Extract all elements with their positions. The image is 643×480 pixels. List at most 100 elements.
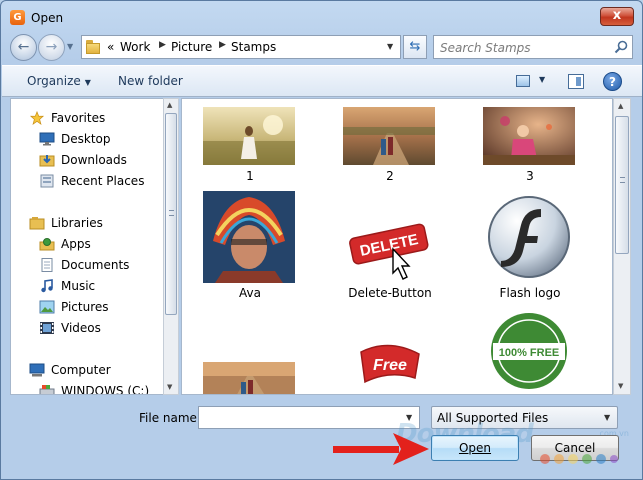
file-list-scrollbar[interactable]: ▲ ▼ — [613, 98, 631, 395]
hundred-free-stamp-text: 100% FREE — [499, 347, 560, 359]
folder-icon — [86, 40, 102, 54]
help-icon[interactable]: ? — [603, 72, 622, 91]
red-arrow-annotation — [333, 433, 429, 465]
libraries-icon — [29, 217, 45, 230]
nav-label: WINDOWS (C:) — [61, 384, 150, 395]
image-thumbnail: Free — [343, 332, 435, 394]
view-dropdown-icon[interactable]: ▼ — [539, 75, 545, 84]
nav-item-apps[interactable]: Apps — [11, 234, 166, 254]
scroll-up-icon[interactable]: ▲ — [618, 102, 623, 110]
file-name: Ava — [239, 286, 261, 300]
breadcrumb-overflow[interactable]: « — [107, 40, 114, 54]
search-input[interactable] — [440, 39, 606, 56]
nav-item-desktop[interactable]: Desktop — [11, 129, 166, 149]
nav-item-music[interactable]: Music — [11, 276, 166, 296]
image-thumbnail — [203, 191, 295, 283]
navigation-pane: Favorites Desktop Downloads Recent Place… — [10, 98, 178, 395]
organize-button[interactable]: Organize ▼ — [27, 74, 91, 88]
breadcrumb-stamps[interactable]: Stamps — [231, 40, 276, 54]
image-thumbnail — [203, 362, 295, 394]
file-name-combobox[interactable]: ▼ — [198, 406, 420, 429]
forward-button[interactable]: → — [38, 34, 65, 61]
search-icon[interactable] — [614, 40, 628, 54]
refresh-button[interactable]: ⇆ — [403, 35, 427, 59]
nav-label: Recent Places — [61, 174, 145, 188]
file-name: 1 — [246, 169, 254, 183]
image-thumbnail — [483, 191, 575, 283]
nav-label: Pictures — [61, 300, 109, 314]
file-item[interactable]: 100% FREE — [470, 307, 590, 394]
nav-item-pictures[interactable]: Pictures — [11, 297, 166, 317]
file-item[interactable]: Ava — [190, 189, 310, 304]
file-item[interactable]: Flash logo — [470, 189, 590, 304]
open-button[interactable]: Open — [431, 435, 519, 461]
nav-item-windows-drive[interactable]: WINDOWS (C:) — [11, 381, 166, 395]
recent-locations-dropdown[interactable]: ▼ — [67, 41, 77, 53]
image-thumbnail: 100% FREE — [483, 307, 575, 394]
star-icon — [29, 111, 45, 125]
nav-item-documents[interactable]: Documents — [11, 255, 166, 275]
address-dropdown-icon[interactable]: ▼ — [387, 42, 393, 51]
scroll-thumb[interactable] — [165, 113, 177, 315]
drive-icon — [39, 385, 55, 394]
nav-label: Apps — [61, 237, 91, 251]
scroll-down-icon[interactable]: ▼ — [167, 383, 172, 391]
organize-label: Organize — [27, 74, 81, 88]
nav-item-downloads[interactable]: Downloads — [11, 150, 166, 170]
breadcrumb-separator-icon[interactable]: ▶ — [219, 40, 226, 50]
scroll-up-icon[interactable]: ▲ — [167, 101, 172, 109]
file-name: 2 — [386, 169, 394, 183]
breadcrumb-picture[interactable]: Picture — [171, 40, 212, 54]
recent-places-icon — [40, 174, 54, 188]
documents-icon — [41, 258, 53, 272]
chevron-down-icon: ▼ — [67, 42, 74, 51]
nav-label: Libraries — [51, 216, 103, 230]
nav-label: Music — [61, 279, 96, 293]
nav-label: Videos — [61, 321, 101, 335]
downloads-folder-icon — [39, 155, 55, 167]
breadcrumb-work[interactable]: Work — [120, 40, 150, 54]
nav-item-libraries[interactable]: Libraries — [11, 213, 166, 233]
nav-label: Downloads — [61, 153, 127, 167]
change-view-icon[interactable] — [516, 75, 530, 87]
preview-pane-icon[interactable] — [568, 74, 584, 89]
breadcrumb-separator-icon[interactable]: ▶ — [159, 40, 166, 50]
file-item[interactable]: Free — [330, 332, 450, 394]
nav-item-recent-places[interactable]: Recent Places — [11, 171, 166, 191]
file-list: 1 2 3 Ava DELETE Delete-Button Flash log… — [181, 98, 613, 395]
back-button[interactable]: ← — [10, 34, 37, 61]
forward-arrow-icon: → — [45, 39, 58, 55]
open-label: Open — [458, 441, 492, 455]
close-button[interactable]: x — [600, 7, 634, 26]
image-thumbnail — [343, 107, 435, 165]
pictures-icon — [39, 300, 55, 314]
nav-item-favorites[interactable]: Favorites — [11, 108, 166, 128]
nav-label: Desktop — [61, 132, 111, 146]
file-item[interactable]: DELETE Delete-Button — [330, 189, 450, 304]
image-thumbnail — [203, 107, 295, 165]
nav-item-videos[interactable]: Videos — [11, 318, 166, 338]
file-name: 3 — [526, 169, 534, 183]
apps-icon — [39, 238, 55, 251]
scroll-down-icon[interactable]: ▼ — [618, 382, 623, 390]
music-icon — [41, 279, 53, 293]
file-name-input[interactable] — [203, 410, 399, 426]
search-box[interactable] — [433, 35, 633, 59]
nav-pane-scrollbar[interactable]: ▲ ▼ — [163, 98, 179, 395]
desktop-icon — [39, 132, 55, 146]
computer-icon — [29, 363, 45, 377]
nav-label: Computer — [51, 363, 111, 377]
new-folder-button[interactable]: New folder — [118, 74, 183, 88]
back-arrow-icon: ← — [17, 39, 30, 55]
free-stamp-text: Free — [373, 357, 407, 374]
address-bar[interactable]: « Work ▶ Picture ▶ Stamps ▼ — [81, 35, 401, 59]
scroll-thumb[interactable] — [615, 116, 629, 254]
window-title: Open — [31, 11, 64, 25]
nav-item-computer[interactable]: Computer — [11, 360, 166, 380]
command-bar: Organize ▼ New folder ▼ ? — [2, 65, 642, 97]
chevron-down-icon: ▼ — [84, 78, 91, 87]
nav-label: Documents — [61, 258, 130, 272]
open-dialog: G Open x ← → ▼ « Work ▶ Picture ▶ Stamps… — [0, 0, 643, 480]
nav-label: Favorites — [51, 111, 106, 125]
file-item[interactable] — [190, 362, 310, 394]
